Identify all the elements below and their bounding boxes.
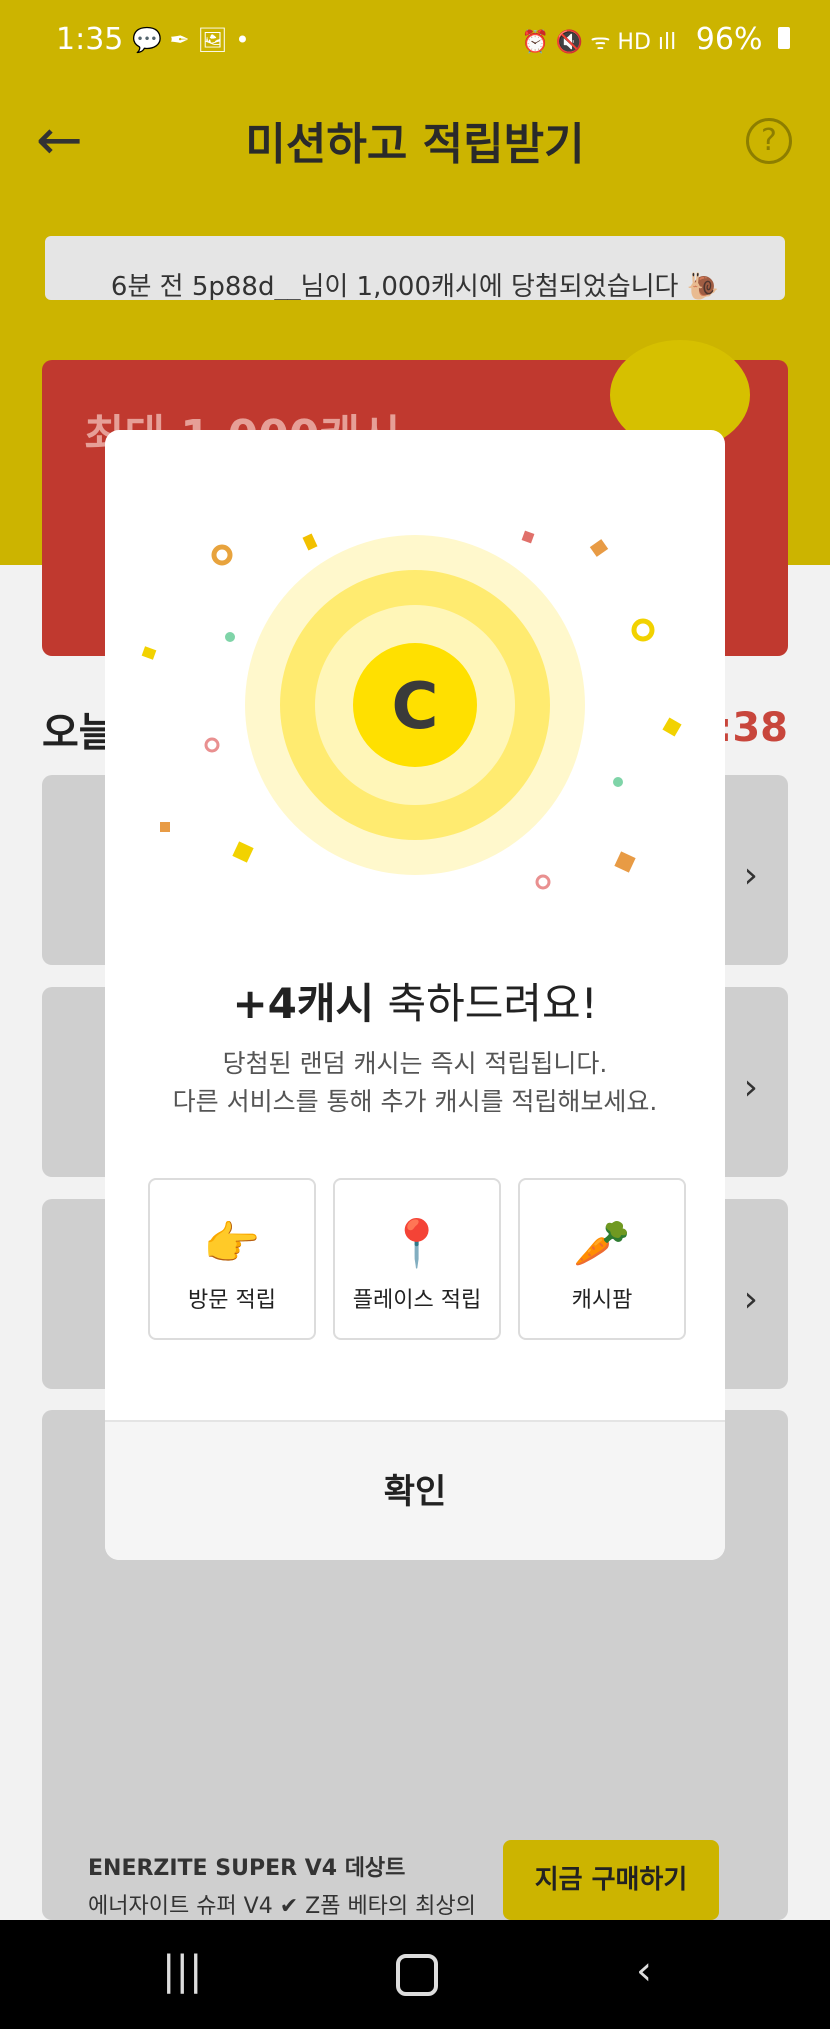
ticker-text: 6분 전 5p88d__님이 1,000캐시에 당첨되었습니다 🐌 (110, 272, 720, 300)
option-label: 플레이스 적립 (352, 1288, 482, 1313)
page-title: 미션하고 적립받기 (245, 119, 585, 170)
carrot-icon: 🥕 (573, 1216, 631, 1270)
option-label: 캐시팜 (571, 1288, 633, 1313)
cash-farm-option[interactable]: 🥕 캐시팜 (518, 1178, 686, 1340)
back-nav-icon[interactable]: ‹ (636, 1948, 652, 1994)
reward-heading: +4캐시 축하드려요! (105, 970, 725, 1031)
map-pin-icon: 📍 (388, 1216, 446, 1270)
confirm-button[interactable]: 확인 (105, 1420, 725, 1560)
battery-percent: 96% (695, 22, 763, 57)
pointing-hand-icon: 👉 (203, 1216, 261, 1270)
chevron-right-icon: › (743, 1067, 758, 1108)
option-label: 방문 적립 (188, 1288, 276, 1313)
status-time: 1:35 (56, 22, 124, 57)
reward-modal: C +4캐시 축하드려요! 당첨된 랜덤 캐시는 즉시 적립됩니다. 다른 서비… (105, 430, 725, 1560)
system-nav-bar: ||| ‹ (0, 1920, 830, 2029)
buy-now-button[interactable]: 지금 구매하기 (503, 1840, 719, 1920)
home-icon[interactable] (396, 1954, 438, 1996)
chevron-right-icon: › (743, 1279, 758, 1320)
reward-description: 당첨된 랜덤 캐시는 즉시 적립됩니다. 다른 서비스를 통해 추가 캐시를 적… (105, 1045, 725, 1121)
coin-celebration-graphic: C (141, 530, 682, 890)
congrats-text: 축하드려요! (387, 979, 598, 1028)
description-line-1: 당첨된 랜덤 캐시는 즉시 적립됩니다. (222, 1049, 608, 1078)
notification-icons: 💬 ✒ 🖼 • (132, 26, 250, 54)
winner-ticker: 6분 전 5p88d__님이 1,000캐시에 당첨되었습니다 🐌 (45, 236, 785, 300)
coin-letter: C (392, 670, 439, 744)
recent-apps-icon[interactable]: ||| (162, 1948, 202, 1994)
chevron-right-icon: › (743, 855, 758, 896)
status-bar: 1:35 💬 ✒ 🖼 • ⏰ 🔇 ᯤ HD ıll 96% (0, 0, 830, 90)
help-icon[interactable]: ? (746, 118, 792, 164)
place-earn-option[interactable]: 📍 플레이스 적립 (333, 1178, 501, 1340)
status-right: ⏰ 🔇 ᯤ HD ıll 96% (522, 22, 790, 57)
description-line-2: 다른 서비스를 통해 추가 캐시를 적립해보세요. (172, 1087, 658, 1116)
product-name: ENERZITE SUPER V4 데상트 (88, 1856, 406, 1881)
product-subtitle: 에너자이트 슈퍼 V4 ✔ Z폼 베타의 최상의 (88, 1894, 476, 1919)
system-status-icons: ⏰ 🔇 ᯤ HD ıll (521, 30, 677, 55)
reward-amount: +4캐시 (232, 979, 375, 1028)
visit-earn-option[interactable]: 👉 방문 적립 (148, 1178, 316, 1340)
battery-icon (778, 27, 790, 49)
